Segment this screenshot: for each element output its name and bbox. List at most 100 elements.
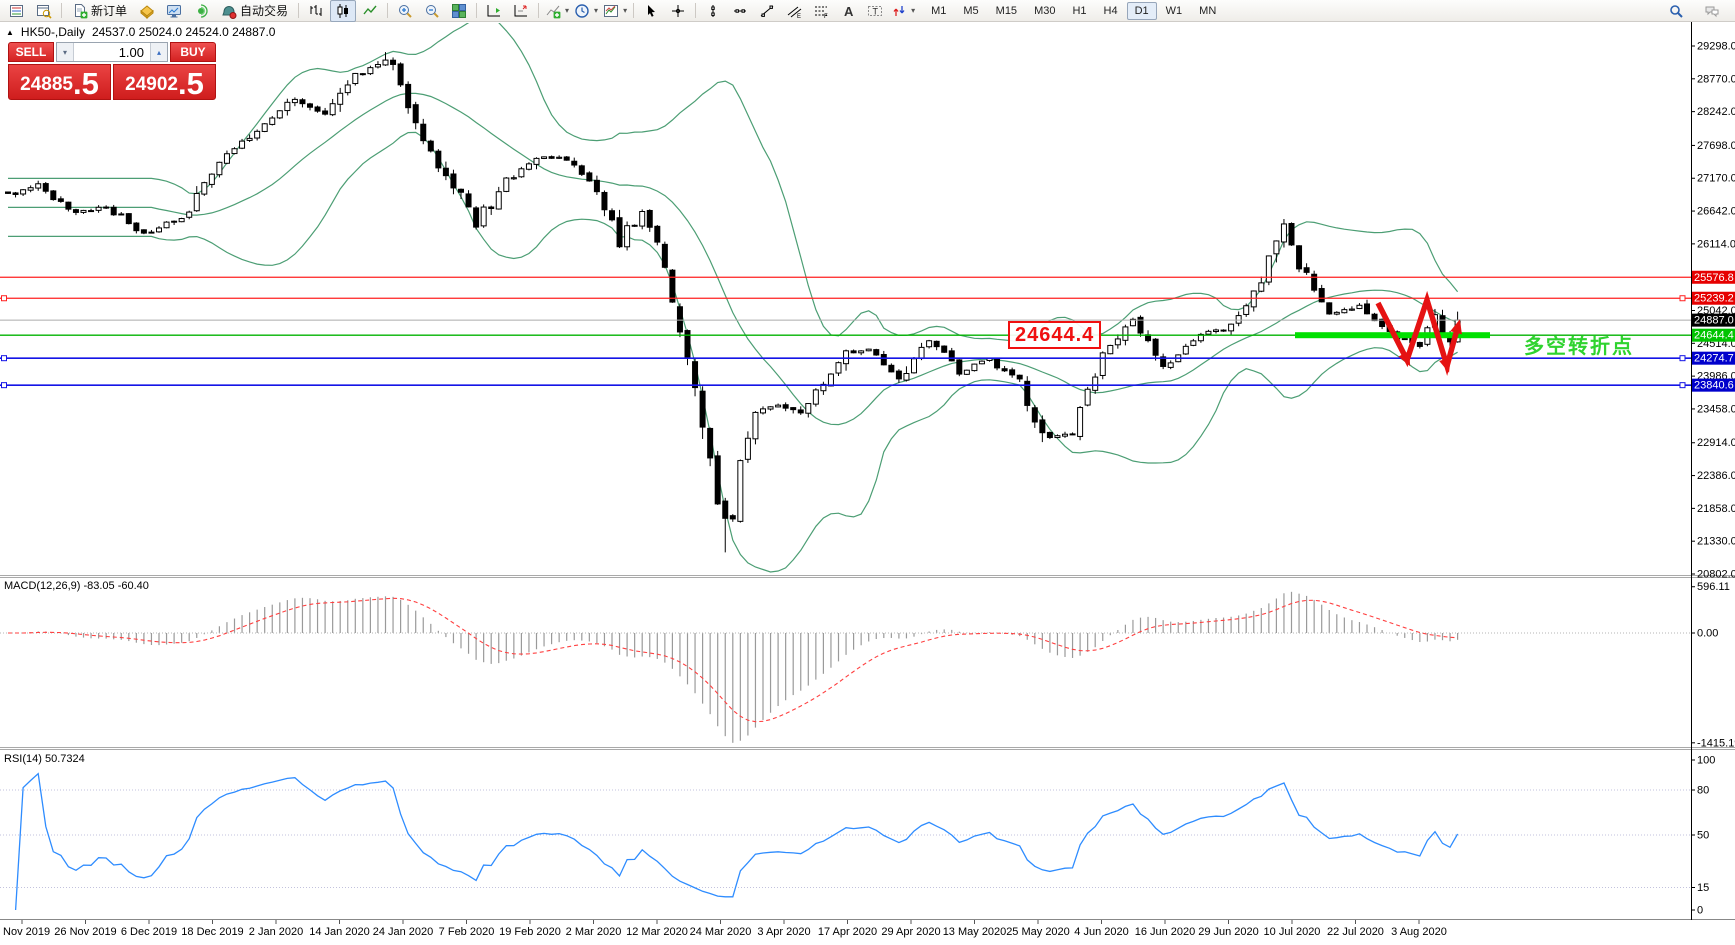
- rsi-axis[interactable]: 100 80 50 15 0: [1691, 755, 1715, 917]
- indicators-icon[interactable]: ▾: [543, 0, 571, 22]
- tile-windows-icon[interactable]: [446, 0, 472, 22]
- line-handle[interactable]: [1, 355, 7, 362]
- horizontal-line-icon[interactable]: [727, 0, 753, 22]
- svg-text:15: 15: [1697, 882, 1709, 894]
- period-M30[interactable]: M30: [1026, 2, 1063, 20]
- date-axis[interactable]: 4 Nov 2019 26 Nov 2019 6 Dec 2019 18 Dec 20…: [0, 920, 1447, 938]
- svg-text:24 Jan 2020: 24 Jan 2020: [373, 926, 434, 938]
- period-H4[interactable]: H4: [1096, 2, 1126, 20]
- chart-shift-icon[interactable]: [508, 0, 534, 22]
- chat-glyph: [1704, 3, 1720, 19]
- svg-text:29 Apr 2020: 29 Apr 2020: [881, 926, 940, 938]
- channel-glyph: E: [786, 3, 802, 19]
- svg-text:14 Jan 2020: 14 Jan 2020: [309, 926, 370, 938]
- macd-axis[interactable]: 596.11 0.00 -1415.19: [1691, 581, 1735, 749]
- fibo-glyph: F: [813, 3, 829, 19]
- svg-text:25 May 2020: 25 May 2020: [1006, 926, 1070, 938]
- community-chat-icon[interactable]: [1699, 0, 1725, 22]
- templates-icon[interactable]: ▾: [601, 0, 629, 22]
- svg-text:4 Jun 2020: 4 Jun 2020: [1074, 926, 1128, 938]
- volume-decrease-button[interactable]: ▾: [57, 43, 74, 61]
- tline-glyph: [759, 3, 775, 19]
- search-icon[interactable]: [1663, 0, 1689, 22]
- main-toolbar: 新订单 自动交易 ▾ ▾ ▾ E F A T ▾ M1 M5 M15 M30 H1 H4 D1 W1 MN: [0, 0, 1735, 22]
- line-handle[interactable]: [1679, 355, 1686, 362]
- toolbar-separator: [695, 3, 697, 18]
- metaeditor-icon[interactable]: [134, 0, 160, 22]
- new-order-button[interactable]: 新订单: [66, 0, 133, 22]
- svg-text:16 Jun 2020: 16 Jun 2020: [1135, 926, 1196, 938]
- periods-icon[interactable]: ▾: [572, 0, 600, 22]
- period-W1[interactable]: W1: [1158, 2, 1191, 20]
- period-M1[interactable]: M1: [923, 2, 954, 20]
- new-order-button-label: 新订单: [91, 4, 128, 18]
- svg-text:22914.0: 22914.0: [1697, 437, 1735, 449]
- equidistant-channel-icon[interactable]: E: [781, 0, 807, 22]
- svg-text:E: E: [797, 14, 801, 19]
- period-MN[interactable]: MN: [1191, 2, 1224, 20]
- clock-glyph: [574, 3, 590, 19]
- market-watch-icon[interactable]: [4, 0, 30, 22]
- svg-text:26114.0: 26114.0: [1697, 238, 1735, 250]
- period-H1[interactable]: H1: [1064, 2, 1094, 20]
- svg-text:4 Nov 2019: 4 Nov 2019: [0, 926, 50, 938]
- search-glyph: [1668, 3, 1684, 19]
- buy-price[interactable]: 24902.5: [113, 64, 216, 100]
- metaeditor-glyph: [139, 3, 155, 19]
- bars-glyph: [308, 3, 324, 19]
- period-M5[interactable]: M5: [955, 2, 986, 20]
- chart-canvas[interactable]: 29298.0 28770.0 28242.0 27698.0 27170.0 26642…: [0, 0, 1735, 945]
- text-icon[interactable]: A: [835, 0, 861, 22]
- line-handle[interactable]: [1679, 295, 1686, 302]
- svg-text:21858.0: 21858.0: [1697, 503, 1735, 515]
- line-chart-icon[interactable]: [357, 0, 383, 22]
- buy-button[interactable]: BUY: [170, 42, 216, 62]
- candlestick-chart-icon[interactable]: [330, 0, 357, 22]
- sell-button[interactable]: SELL: [8, 42, 54, 62]
- line-handle[interactable]: [1679, 382, 1686, 389]
- volume-value[interactable]: 1.00: [74, 43, 150, 61]
- chartshift-glyph: [513, 3, 529, 19]
- svg-text:28242.0: 28242.0: [1697, 106, 1735, 118]
- zoom-out-glyph: [424, 3, 440, 19]
- data-window-icon[interactable]: [31, 0, 57, 22]
- zoom-in-glyph: [397, 3, 413, 19]
- strategy-tester-icon[interactable]: [161, 0, 187, 22]
- notifications-icon[interactable]: [188, 0, 214, 22]
- volume-increase-button[interactable]: ▴: [150, 43, 167, 61]
- market-watch-glyph: [9, 3, 25, 19]
- zoom-in-icon[interactable]: [392, 0, 418, 22]
- vertical-line-icon[interactable]: [700, 0, 726, 22]
- price-axis[interactable]: 29298.0 28770.0 28242.0 27698.0 27170.0 26642…: [1691, 41, 1735, 581]
- cursor-icon[interactable]: [638, 0, 664, 22]
- indicators-glyph: [545, 3, 561, 19]
- svg-text:24644.4: 24644.4: [1694, 330, 1734, 342]
- svg-text:24274.7: 24274.7: [1694, 353, 1734, 365]
- svg-text:T: T: [873, 6, 879, 16]
- text-label-icon[interactable]: T: [862, 0, 888, 22]
- vline-glyph: [705, 3, 721, 19]
- indicators-icon-caret: ▾: [565, 6, 570, 15]
- toolbar-right-icons: [1663, 0, 1731, 22]
- period-D1[interactable]: D1: [1126, 1, 1157, 20]
- auto-scroll-icon[interactable]: [481, 0, 507, 22]
- fibonacci-icon[interactable]: F: [808, 0, 834, 22]
- autotrading-button[interactable]: 自动交易: [215, 0, 294, 22]
- arrows-icon[interactable]: ▾: [889, 0, 917, 22]
- price-annotation-box[interactable]: 24644.4: [1008, 321, 1102, 349]
- sell-price[interactable]: 24885.5: [8, 64, 111, 100]
- candles-glyph: [335, 3, 351, 19]
- line-handle[interactable]: [1, 382, 7, 389]
- zoom-out-icon[interactable]: [419, 0, 445, 22]
- turning-point-annotation[interactable]: 多空转折点: [1524, 330, 1634, 359]
- trendline-icon[interactable]: [754, 0, 780, 22]
- svg-text:2 Jan 2020: 2 Jan 2020: [249, 926, 303, 938]
- svg-text:24887.0: 24887.0: [1694, 315, 1734, 327]
- crosshair-icon[interactable]: [665, 0, 691, 22]
- svg-text:17 Apr 2020: 17 Apr 2020: [818, 926, 877, 938]
- line-handle[interactable]: [1, 295, 7, 302]
- buy-price-main: 24902: [125, 74, 178, 95]
- bar-chart-icon[interactable]: [303, 0, 329, 22]
- period-M15[interactable]: M15: [988, 2, 1025, 20]
- text-glyph: A: [840, 3, 856, 19]
